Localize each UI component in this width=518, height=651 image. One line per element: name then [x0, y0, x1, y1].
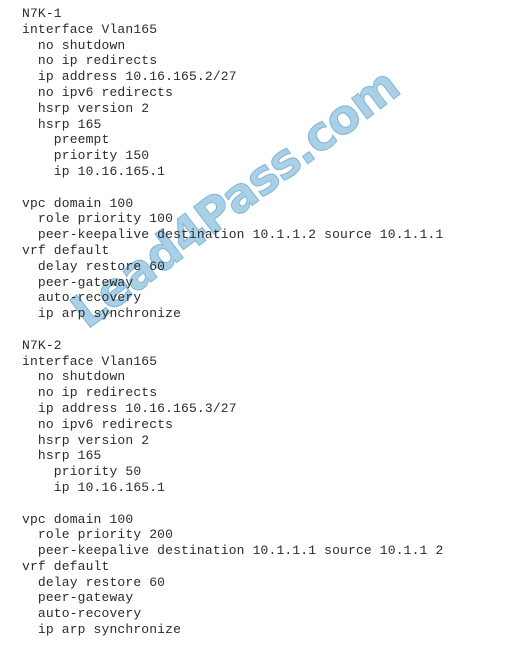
config-line: auto-recovery: [22, 290, 142, 306]
config-line: N7K-2: [22, 337, 62, 353]
config-line: no ipv6 redirects: [22, 416, 174, 432]
config-line: no ip redirects: [22, 385, 158, 401]
config-line: vpc domain 100: [22, 195, 134, 211]
config-line: peer-gateway: [22, 274, 134, 290]
config-line: role priority 100: [22, 211, 174, 227]
config-line: no ip redirects: [22, 53, 158, 69]
config-line: peer-gateway: [22, 590, 134, 606]
config-blank-line: [22, 496, 518, 512]
config-line: N7K-1: [22, 6, 62, 21]
config-blank-line: [22, 322, 518, 338]
config-line: ip address 10.16.165.3/27: [22, 400, 237, 416]
config-line: role priority 200: [22, 527, 174, 543]
config-line: peer-keepalive destination 10.1.1.2 sour…: [22, 227, 444, 243]
device-configuration-listing: N7K-1 interface Vlan165 no shutdown no ip…: [0, 0, 518, 638]
config-line: ip arp synchronize: [22, 622, 182, 638]
config-line: delay restore 60: [22, 574, 166, 590]
config-line: vrf default: [22, 242, 110, 258]
config-line: ip 10.16.165.1: [22, 163, 166, 179]
config-line: vpc domain 100: [22, 511, 134, 527]
config-blank-line: [22, 180, 518, 196]
config-line: hsrp 165: [22, 448, 102, 464]
config-line: hsrp version 2: [22, 100, 150, 116]
configuration-document-page: Lead4Pass.com N7K-1 interface Vlan165 no …: [0, 0, 518, 651]
config-line: interface Vlan165: [22, 21, 158, 37]
config-line: preempt: [22, 132, 110, 148]
config-line: hsrp version 2: [22, 432, 150, 448]
config-line: interface Vlan165: [22, 353, 158, 369]
config-line: no shutdown: [22, 369, 126, 385]
config-line: no shutdown: [22, 37, 126, 53]
config-line: delay restore 60: [22, 258, 166, 274]
config-line: vrf default: [22, 558, 110, 574]
config-line: ip address 10.16.165.2/27: [22, 69, 237, 85]
config-line: priority 150: [22, 148, 150, 164]
config-line: peer-keepalive destination 10.1.1.1 sour…: [22, 543, 444, 559]
config-line: auto-recovery: [22, 606, 142, 622]
config-line: hsrp 165: [22, 116, 102, 132]
config-line: ip 10.16.165.1: [22, 479, 166, 495]
config-line: priority 50: [22, 464, 142, 480]
config-line: ip arp synchronize: [22, 306, 182, 322]
config-line: no ipv6 redirects: [22, 84, 174, 100]
